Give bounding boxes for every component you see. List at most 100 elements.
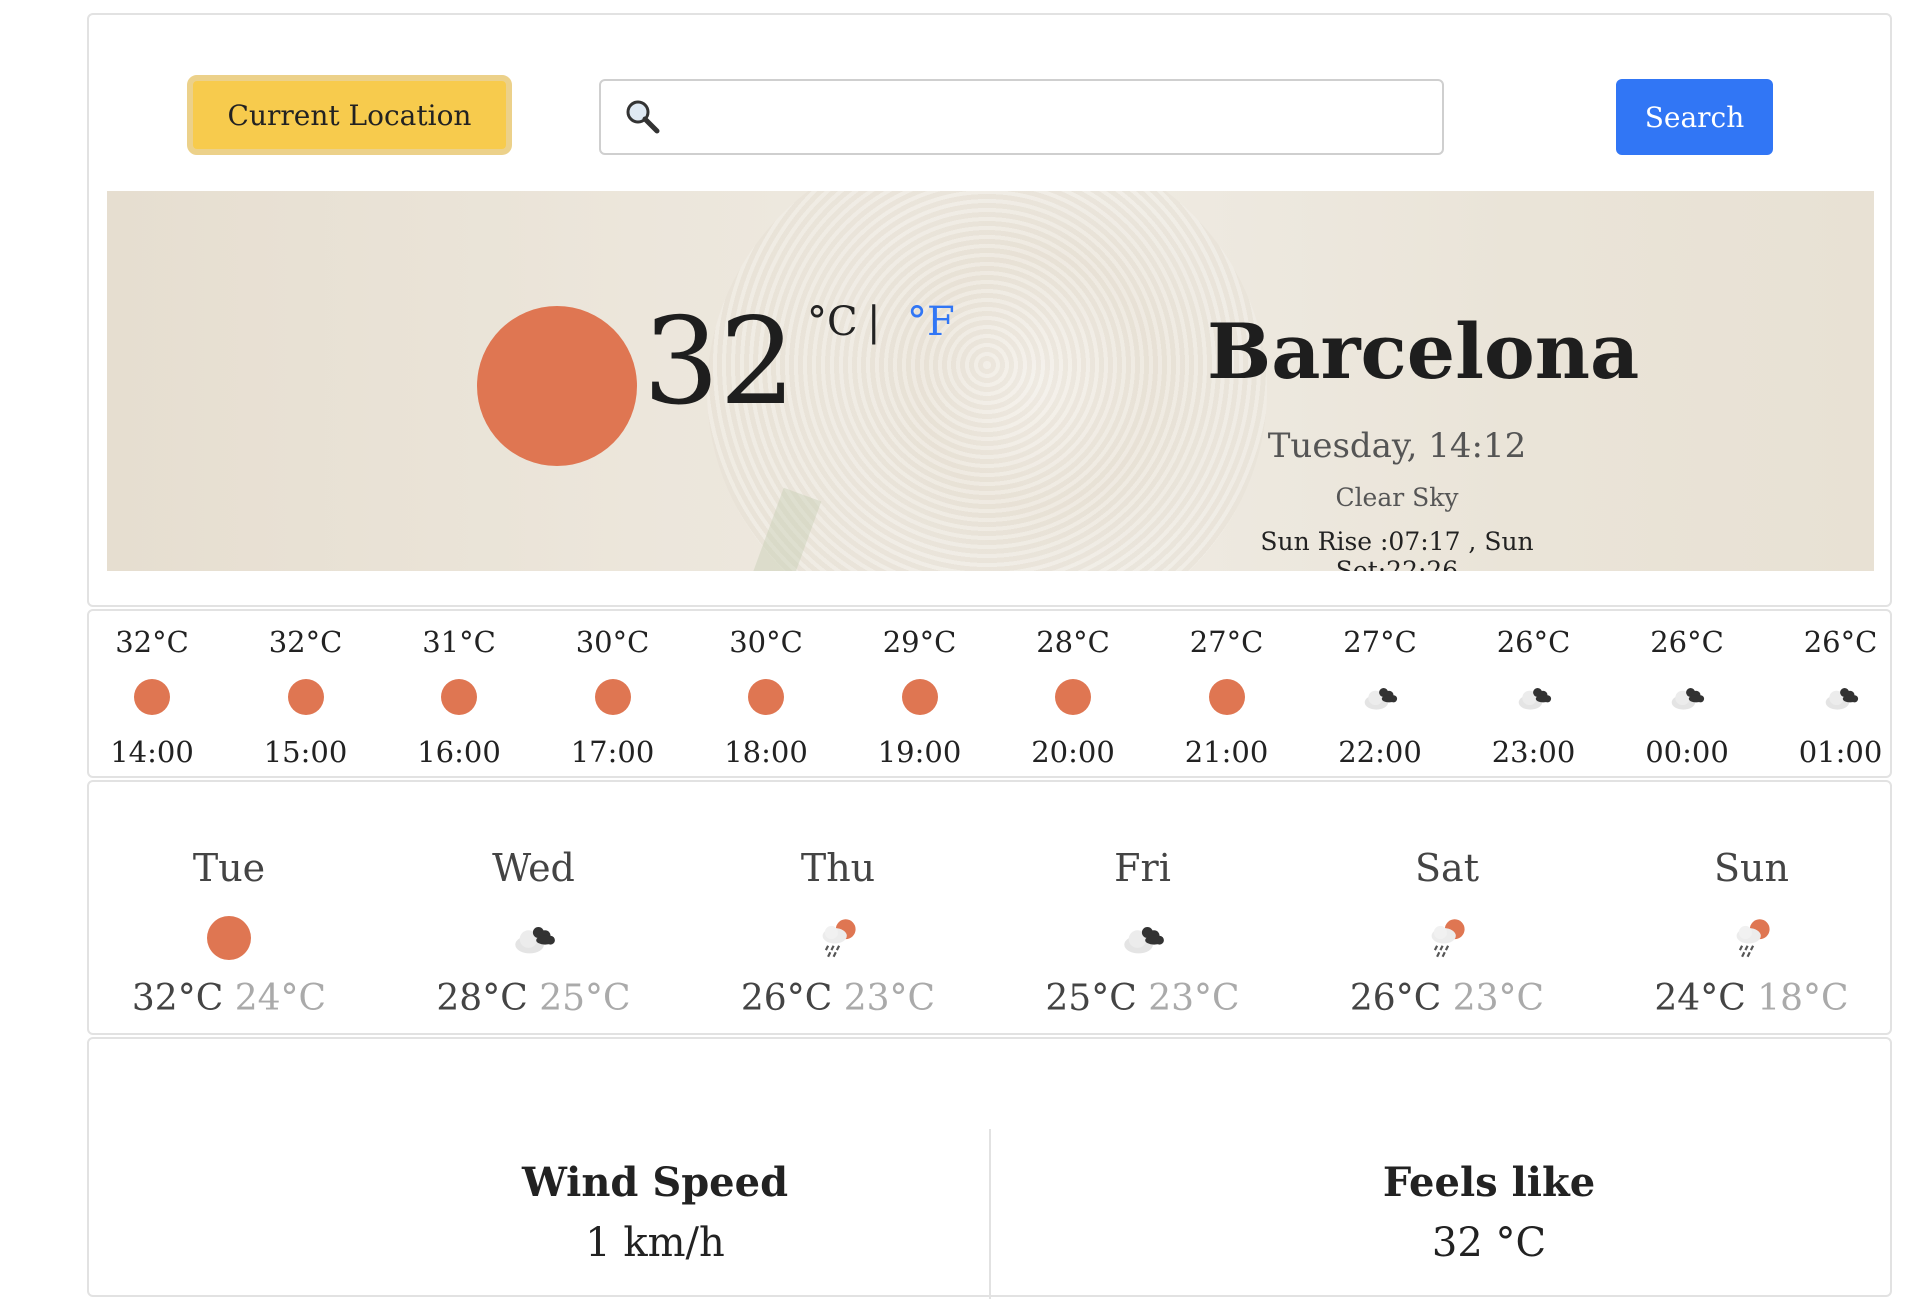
- hourly-temp: 26°C: [1612, 625, 1762, 659]
- day-low-temp: 23°C: [844, 978, 935, 1019]
- search-icon: [623, 97, 663, 137]
- day-temps: 24°C 18°C: [1632, 978, 1872, 1019]
- hourly-item: 30°C 18:00: [691, 611, 841, 780]
- hourly-temp: 32°C: [77, 625, 227, 659]
- daily-forecast: Tue 32°C 24°C Wed 28°C 25°C Thu 26°C 23°C Fri 2…: [87, 780, 1892, 1035]
- hourly-temp: 28°C: [998, 625, 1148, 659]
- search-input[interactable]: [673, 86, 1442, 148]
- current-weather-card: Current Location Search 32 °C | °F Barce…: [87, 13, 1892, 607]
- wind-speed-value: 1 km/h: [355, 1220, 955, 1266]
- day-high-temp: 24°C: [1654, 978, 1745, 1019]
- details-divider: [989, 1129, 991, 1299]
- hourly-time: 01:00: [1766, 735, 1906, 769]
- hourly-temp: 27°C: [1305, 625, 1455, 659]
- day-name: Tue: [109, 846, 349, 890]
- hourly-item: 28°C 20:00: [998, 611, 1148, 780]
- day-high-temp: 28°C: [436, 978, 527, 1019]
- sun-icon: [748, 679, 784, 715]
- rain-sun-icon: [1425, 916, 1469, 960]
- wind-speed-label: Wind Speed: [355, 1159, 955, 1206]
- hourly-item: 26°C23:00: [1459, 611, 1609, 780]
- day-temps: 26°C 23°C: [1327, 978, 1567, 1019]
- cloud-icon: [512, 916, 556, 960]
- hourly-item: 31°C16:00: [384, 611, 534, 780]
- day-name: Thu: [718, 846, 958, 890]
- rain-sun-icon: [816, 916, 860, 960]
- day-low-temp: 18°C: [1757, 978, 1848, 1019]
- search-button[interactable]: Search: [1616, 79, 1773, 155]
- hourly-temp: 29°C: [845, 625, 995, 659]
- hourly-time: 17:00: [538, 735, 688, 769]
- weather-condition: Clear Sky: [1207, 483, 1587, 512]
- hourly-time: 18:00: [691, 735, 841, 769]
- day-name: Sat: [1327, 846, 1567, 890]
- weather-details: Wind Speed 1 km/h Feels like 32 °C: [87, 1037, 1892, 1297]
- hourly-item: 32°C 15:00: [231, 611, 381, 780]
- daily-item: Fri 25°C 23°C: [1023, 782, 1263, 1037]
- day-high-temp: 26°C: [741, 978, 832, 1019]
- day-low-temp: 23°C: [1453, 978, 1544, 1019]
- hourly-temp: 32°C: [231, 625, 381, 659]
- day-low-temp: 23°C: [1148, 978, 1239, 1019]
- day-name: Wed: [414, 846, 654, 890]
- hourly-time: 20:00: [998, 735, 1148, 769]
- day-temps: 25°C 23°C: [1023, 978, 1263, 1019]
- sun-icon: [441, 679, 477, 715]
- hourly-time: 19:00: [845, 735, 995, 769]
- day-name: Fri: [1023, 846, 1263, 890]
- fahrenheit-toggle[interactable]: °F: [907, 299, 955, 345]
- hourly-temp: 30°C: [691, 625, 841, 659]
- cloud-icon: [1121, 916, 1165, 960]
- hourly-temp: 26°C: [1766, 625, 1906, 659]
- hourly-item: 26°C 01:00: [1766, 611, 1906, 780]
- celsius-toggle[interactable]: °C: [807, 299, 858, 345]
- sun-icon: [477, 306, 637, 466]
- day-name: Sun: [1632, 846, 1872, 890]
- hourly-time: 15:00: [231, 735, 381, 769]
- hourly-temp: 27°C: [1152, 625, 1302, 659]
- hourly-item: 30°C 17:00: [538, 611, 688, 780]
- hourly-forecast: 32°C14:0032°C15:0031°C16:0030°C17:0030°C…: [87, 609, 1892, 778]
- hourly-item: 29°C 19:00: [845, 611, 995, 780]
- unit-separator: |: [867, 299, 880, 345]
- daily-item: Thu 26°C 23°C: [718, 782, 958, 1037]
- hourly-time: 21:00: [1152, 735, 1302, 769]
- wind-speed-panel: Wind Speed 1 km/h: [355, 1159, 955, 1266]
- hourly-item: 27°C 21:00: [1152, 611, 1302, 780]
- hero-banner: 32 °C | °F Barcelona Tuesday, 14:12 Clea…: [107, 191, 1874, 571]
- hourly-item: 32°C14:00: [77, 611, 227, 780]
- feels-like-panel: Feels like 32 °C: [1189, 1159, 1789, 1266]
- hourly-item: 27°C 22:00: [1305, 611, 1455, 780]
- sun-icon: [902, 679, 938, 715]
- sunrise-sunset: Sun Rise :07:17 , Sun Set:22:26: [1197, 527, 1597, 571]
- day-temps: 26°C 23°C: [718, 978, 958, 1019]
- daily-item: Sat 26°C 23°C: [1327, 782, 1567, 1037]
- feels-like-value: 32 °C: [1189, 1220, 1789, 1266]
- city-name: Barcelona: [1207, 307, 1639, 396]
- day-low-temp: 25°C: [539, 978, 630, 1019]
- day-temps: 32°C 24°C: [109, 978, 349, 1019]
- current-location-button[interactable]: Current Location: [187, 75, 512, 155]
- hourly-item: 26°C 00:00: [1612, 611, 1762, 780]
- hourly-time: 00:00: [1612, 735, 1762, 769]
- search-box[interactable]: [599, 79, 1444, 155]
- day-high-temp: 32°C: [132, 978, 223, 1019]
- hourly-temp: 30°C: [538, 625, 688, 659]
- hourly-temp: 26°C: [1459, 625, 1609, 659]
- sun-icon: [595, 679, 631, 715]
- current-datetime: Tuesday, 14:12: [1207, 426, 1587, 466]
- sun-icon: [207, 916, 251, 960]
- daily-item: Tue 32°C 24°C: [109, 782, 349, 1037]
- rain-sun-icon: [1730, 916, 1774, 960]
- current-temperature: 32: [643, 303, 796, 423]
- hourly-time: 22:00: [1305, 735, 1455, 769]
- sun-icon: [1209, 679, 1245, 715]
- sun-icon: [134, 679, 170, 715]
- cloud-icon: [1823, 679, 1859, 715]
- hourly-time: 16:00: [384, 735, 534, 769]
- feels-like-label: Feels like: [1189, 1159, 1789, 1206]
- cloud-icon: [1669, 679, 1705, 715]
- cloud-icon: [1362, 679, 1398, 715]
- daily-item: Sun 24°C 18°C: [1632, 782, 1872, 1037]
- day-high-temp: 26°C: [1350, 978, 1441, 1019]
